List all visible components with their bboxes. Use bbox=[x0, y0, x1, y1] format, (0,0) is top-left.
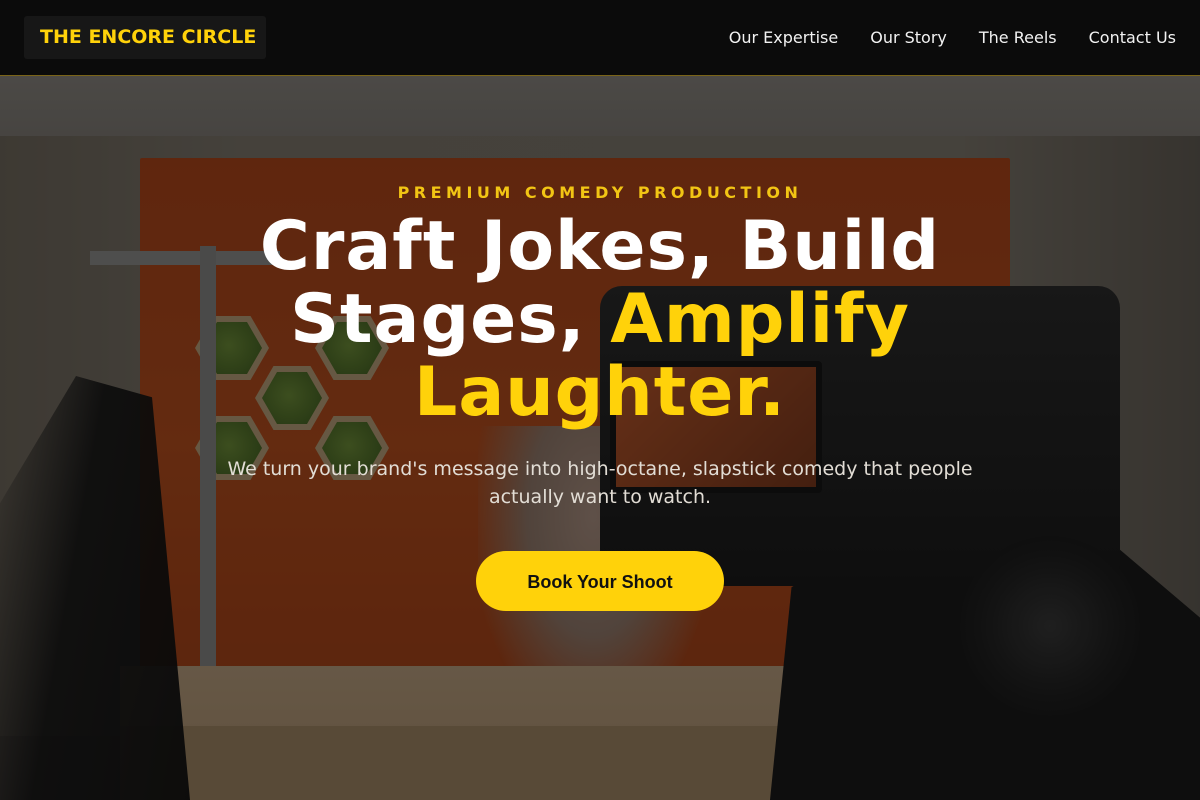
page: THE ENCORE CIRCLE Our Expertise Our Stor… bbox=[0, 0, 1200, 800]
hero-subtitle: We turn your brand's message into high-o… bbox=[227, 458, 973, 508]
logo[interactable]: THE ENCORE CIRCLE bbox=[24, 16, 266, 59]
brand-name: THE ENCORE CIRCLE bbox=[40, 26, 257, 48]
nav-link-our-expertise[interactable]: Our Expertise bbox=[729, 28, 838, 47]
nav-link-contact-us[interactable]: Contact Us bbox=[1089, 28, 1176, 47]
nav-link-the-reels[interactable]: The Reels bbox=[979, 28, 1057, 47]
hero-headline: Craft Jokes, Build Stages, Amplify Laugh… bbox=[150, 210, 1050, 429]
hero-eyebrow: PREMIUM COMEDY PRODUCTION bbox=[397, 183, 803, 202]
hero-content: PREMIUM COMEDY PRODUCTION Craft Jokes, B… bbox=[0, 76, 1200, 611]
site-header: THE ENCORE CIRCLE Our Expertise Our Stor… bbox=[0, 0, 1200, 76]
main-nav: Our Expertise Our Story The Reels Contac… bbox=[729, 0, 1176, 75]
nav-link-our-story[interactable]: Our Story bbox=[870, 28, 947, 47]
book-your-shoot-button[interactable]: Book Your Shoot bbox=[476, 551, 724, 611]
